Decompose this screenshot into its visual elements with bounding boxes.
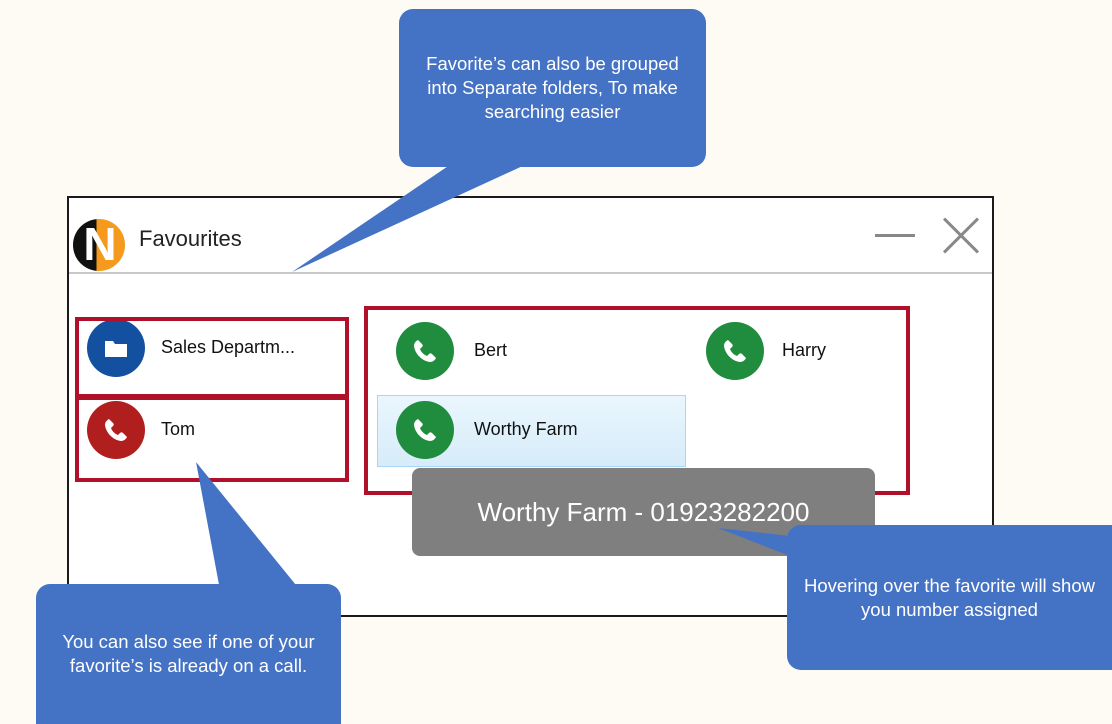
title-bar: N Favourites bbox=[69, 198, 992, 274]
window-title: Favourites bbox=[139, 226, 242, 251]
app-logo: N bbox=[73, 219, 125, 271]
highlight-box-folder bbox=[75, 317, 349, 400]
callout-hover-number: Hovering over the favorite will show you… bbox=[787, 525, 1112, 670]
highlight-box-on-call bbox=[75, 394, 349, 482]
close-button[interactable] bbox=[941, 216, 981, 256]
logo-letter: N bbox=[83, 219, 116, 270]
minimize-button[interactable] bbox=[875, 234, 915, 237]
callout-folders: Favorite’s can also be grouped into Sepa… bbox=[399, 9, 706, 167]
callout-on-call: You can also see if one of your favorite… bbox=[36, 584, 341, 724]
highlight-box-contacts bbox=[364, 306, 910, 495]
